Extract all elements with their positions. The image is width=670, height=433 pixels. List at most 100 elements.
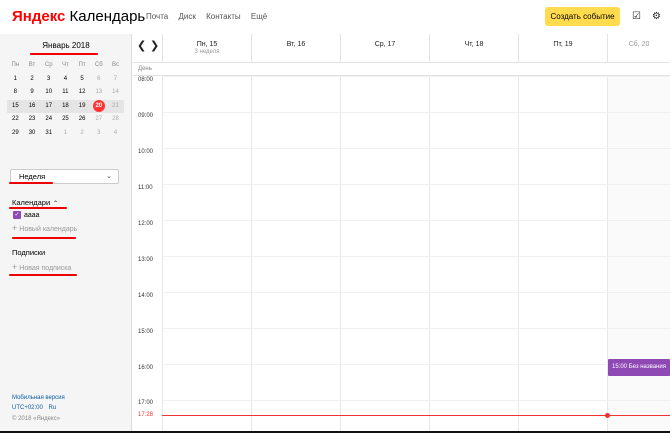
time-label: 17:00: [138, 400, 154, 406]
all-day-label: День: [138, 66, 152, 72]
week-nav: ❮ ❯: [133, 34, 162, 62]
create-event-button[interactable]: Создать событие: [545, 7, 620, 26]
mini-calendar-day[interactable]: 12: [74, 86, 91, 100]
weekday-label: Пн: [11, 62, 20, 68]
mini-calendar-day[interactable]: 24: [40, 113, 57, 127]
day-header[interactable]: Пт, 19: [518, 34, 607, 62]
mini-calendar-day[interactable]: 26: [74, 113, 91, 127]
mini-calendar-day[interactable]: 14: [107, 86, 124, 100]
time-label: 13:00: [138, 257, 154, 263]
mini-calendar-day[interactable]: 1: [7, 73, 24, 87]
day-header[interactable]: Пн, 15 3 неделя: [162, 34, 251, 62]
mobile-version-link[interactable]: Мобильная версия: [12, 395, 65, 401]
time-label: 09:00: [138, 113, 154, 119]
day-header[interactable]: Чт, 18: [429, 34, 518, 62]
mini-calendar-current-week: 15 16 17 18 19 20 21: [7, 99, 124, 114]
gear-icon[interactable]: ⚙: [652, 11, 661, 23]
week-view: ❮ ❯ Пн, 15 3 неделя Вт, 16 Ср, 17 Чт, 18…: [133, 34, 670, 433]
mini-calendar-day[interactable]: 25: [57, 113, 74, 127]
day-header-label: Пт, 19: [553, 41, 573, 48]
column-divider: [429, 76, 430, 433]
chevron-left-icon[interactable]: ❮: [137, 39, 146, 53]
mini-calendar-today[interactable]: 20: [90, 100, 107, 114]
mini-calendar-day[interactable]: 23: [24, 113, 41, 127]
checkbox-checked-icon[interactable]: ✓: [13, 211, 21, 219]
mini-calendar-day[interactable]: 9: [24, 86, 41, 100]
event-title: Без названия: [628, 364, 666, 370]
time-grid[interactable]: 15:00 Без названия: [162, 76, 670, 433]
view-select-value: Неделя: [19, 172, 46, 181]
column-divider: [162, 76, 163, 433]
mini-calendar-day[interactable]: 5: [74, 73, 91, 87]
mini-calendar-day[interactable]: 4: [57, 73, 74, 87]
mini-calendar-week: 22 23 24 25 26 27 28: [7, 113, 124, 127]
new-calendar-link[interactable]: + Новый календарь: [12, 223, 77, 233]
mini-calendar-day[interactable]: 18: [57, 100, 74, 114]
sidebar: Январь 2018 Пн Вт Ср Чт Пт Сб Вс 1 2 3 4…: [0, 34, 132, 433]
mini-calendar-day[interactable]: 30: [24, 127, 41, 141]
calendar-event[interactable]: 15:00 Без названия: [608, 359, 670, 376]
mini-calendar-day[interactable]: 2: [74, 127, 91, 141]
mini-calendar-day[interactable]: 3: [40, 73, 57, 87]
mini-calendar-day[interactable]: 28: [107, 113, 124, 127]
all-day-row[interactable]: День: [133, 62, 670, 76]
mini-calendar-day[interactable]: 19: [74, 100, 91, 114]
current-time-label: 17:28: [138, 412, 154, 418]
time-label: 08:00: [138, 77, 154, 83]
mini-calendar-day[interactable]: 21: [107, 100, 124, 114]
timezone-link[interactable]: UTC+02:00: [12, 405, 43, 411]
time-label: 10:00: [138, 149, 154, 155]
mini-calendar-week: 29 30 31 1 2 3 4: [7, 127, 124, 141]
annotation-underline: [9, 182, 53, 184]
calendar-list-item[interactable]: ✓ аааа: [13, 211, 40, 219]
mini-calendar-title[interactable]: Январь 2018: [0, 41, 132, 50]
mini-calendar-day[interactable]: 11: [57, 86, 74, 100]
hour-line: [162, 328, 670, 329]
chevron-right-icon[interactable]: ❯: [150, 39, 159, 53]
language-link[interactable]: Ru: [49, 405, 57, 411]
mini-calendar-day[interactable]: 2: [24, 73, 41, 87]
hour-line: [162, 148, 670, 149]
time-label: 11:00: [138, 185, 153, 191]
logo[interactable]: Яндекс Календарь: [12, 8, 145, 25]
mini-calendar-day[interactable]: 31: [40, 127, 57, 141]
weekday-label: Чт: [62, 62, 69, 68]
top-nav: Почта Диск Контакты Ещё: [146, 12, 275, 21]
mini-calendar-day[interactable]: 7: [107, 73, 124, 87]
nav-disk[interactable]: Диск: [178, 12, 195, 21]
new-subscription-link[interactable]: + Новая подписка: [12, 262, 71, 272]
mini-calendar-day[interactable]: 3: [90, 127, 107, 141]
mini-calendar-day[interactable]: 1: [57, 127, 74, 141]
logo-product: Календарь: [69, 8, 146, 25]
checkbox-icon[interactable]: ☑: [632, 11, 641, 23]
annotation-underline: [12, 237, 76, 239]
day-header-label: Чт, 18: [464, 41, 484, 48]
day-header[interactable]: Вт, 16: [251, 34, 340, 62]
nav-contacts[interactable]: Контакты: [206, 12, 241, 21]
mini-calendar-day[interactable]: 10: [40, 86, 57, 100]
mini-calendar-day[interactable]: 15: [7, 100, 24, 114]
mini-calendar-day[interactable]: 6: [90, 73, 107, 87]
nav-mail[interactable]: Почта: [146, 12, 168, 21]
mini-calendar-day[interactable]: 16: [24, 100, 41, 114]
subscriptions-section-title: Подписки: [12, 248, 46, 257]
mini-calendar-day[interactable]: 27: [90, 113, 107, 127]
nav-more[interactable]: Ещё: [251, 12, 267, 21]
mini-calendar-day[interactable]: 29: [7, 127, 24, 141]
calendar-app: Яндекс Календарь Почта Диск Контакты Ещё…: [0, 0, 670, 433]
plus-icon: +: [12, 262, 18, 272]
mini-calendar-day[interactable]: 22: [7, 113, 24, 127]
mini-calendar-day[interactable]: 4: [107, 127, 124, 141]
day-header[interactable]: Ср, 17: [340, 34, 429, 62]
mini-calendar-day[interactable]: 17: [40, 100, 57, 114]
mini-calendar-day[interactable]: 13: [90, 86, 107, 100]
hour-line: [162, 400, 670, 401]
weekday-label: Сб: [94, 62, 103, 68]
day-header-label: Сб, 20: [628, 41, 650, 48]
new-subscription-label: Новая подписка: [19, 265, 72, 272]
mini-calendar-day[interactable]: 8: [7, 86, 24, 100]
mini-calendar: Пн Вт Ср Чт Пт Сб Вс 1 2 3 4 5 6 7 8 9 1…: [7, 59, 124, 140]
day-header-weekend[interactable]: Сб, 20: [607, 34, 670, 62]
calendars-section-title[interactable]: Календари ⌃: [12, 198, 58, 207]
annotation-underline: [9, 274, 77, 276]
